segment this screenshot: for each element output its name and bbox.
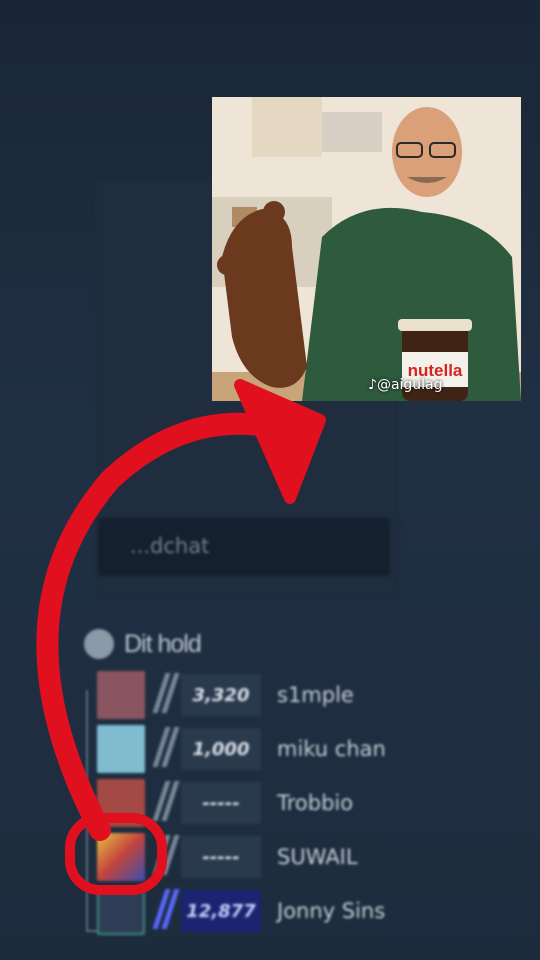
red-arrow-icon [36,412,296,841]
arrow-head-icon [234,379,326,504]
annotation-overlay [36,379,326,895]
highlight-circle-icon [65,813,167,895]
